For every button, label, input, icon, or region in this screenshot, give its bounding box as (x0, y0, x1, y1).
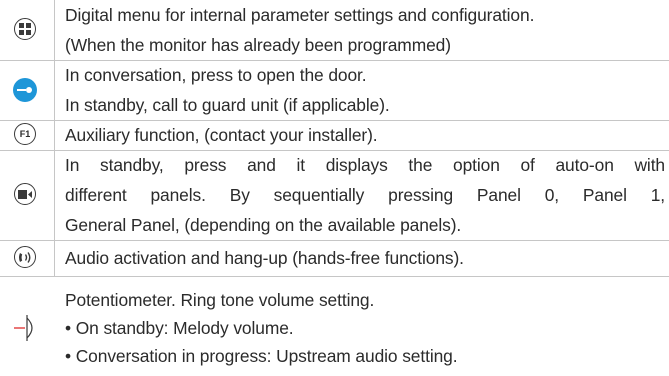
f1-icon-label: F1 (19, 129, 31, 139)
digital-menu-icon (14, 18, 36, 40)
description-line: General Panel, (depending on the availab… (65, 215, 462, 235)
table-row: In conversation, press to open the door.… (0, 60, 669, 121)
description-line: In conversation, press to open the door. (65, 65, 367, 85)
table-row: F1 Auxiliary function, (contact your ins… (0, 120, 669, 151)
table-row: Audio activation and hang-up (hands-free… (0, 240, 669, 277)
row-description: In conversation, press to open the door.… (65, 60, 665, 120)
row-description: Digital menu for internal parameter sett… (65, 0, 665, 60)
hands-free-audio-icon (14, 246, 36, 268)
description-line: In standby, press and it displays the op… (65, 155, 665, 175)
table-row: Digital menu for internal parameter sett… (0, 0, 669, 61)
table-row: In standby, press and it displays the op… (0, 150, 669, 241)
row-description: Potentiometer. Ring tone volume setting.… (65, 286, 665, 370)
potentiometer-icon (14, 313, 40, 343)
description-line: • Conversation in progress: Upstream aud… (65, 346, 458, 366)
description-line: In standby, call to guard unit (if appli… (65, 95, 390, 115)
f1-icon: F1 (14, 123, 36, 145)
row-description: Auxiliary function, (contact your instal… (65, 120, 665, 150)
description-line: different panels. By sequentially pressi… (65, 185, 665, 205)
row-description: In standby, press and it displays the op… (65, 150, 665, 240)
description-line: Auxiliary function, (contact your instal… (65, 125, 378, 145)
row-description: Audio activation and hang-up (hands-free… (65, 243, 665, 273)
camera-auto-on-icon (14, 183, 36, 205)
description-line: Digital menu for internal parameter sett… (65, 5, 535, 25)
table-row: Potentiometer. Ring tone volume setting.… (0, 276, 669, 376)
description-line: Audio activation and hang-up (hands-free… (65, 248, 464, 268)
description-line: (When the monitor has already been progr… (65, 35, 451, 55)
door-key-icon (13, 78, 37, 102)
description-line: Potentiometer. Ring tone volume setting. (65, 290, 375, 310)
description-line: • On standby: Melody volume. (65, 318, 294, 338)
